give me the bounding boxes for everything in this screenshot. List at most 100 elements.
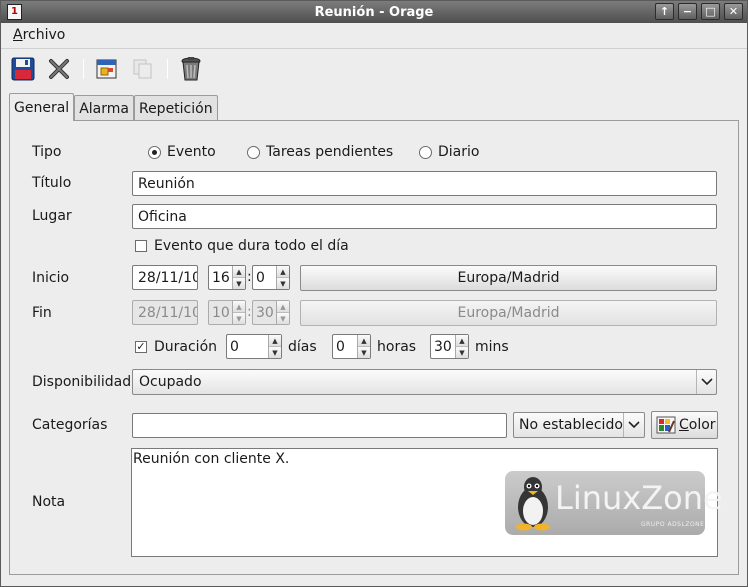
categorias-select-value: No establecido [519, 417, 623, 433]
spin-down-icon[interactable]: ▼ [233, 277, 245, 289]
maximize-button[interactable]: □ [701, 3, 720, 20]
tab-bar: General Alarma Repetición [9, 93, 218, 121]
fin-timezone-button[interactable]: Europa/Madrid [300, 300, 717, 326]
tux-penguin-icon [516, 477, 550, 531]
time-colon: : [247, 269, 252, 285]
time-colon: : [247, 304, 252, 320]
toolbar-separator [167, 59, 168, 79]
mins-spinner[interactable]: 30 ▲ ▼ [430, 334, 469, 359]
spin-down-icon[interactable]: ▼ [269, 346, 281, 358]
tab-repeticion[interactable]: Repetición [133, 95, 218, 121]
inicio-label: Inicio [32, 270, 70, 286]
fin-label: Fin [32, 305, 52, 321]
orage-window: 1 Reunión - Orage ↑ − □ ✕ Archivo Genera… [0, 0, 748, 587]
calendar-app-icon[interactable]: 1 [7, 4, 22, 20]
fin-min-spinner[interactable]: 30 ▲ ▼ [252, 300, 290, 325]
inicio-min-value: 0 [256, 269, 265, 286]
spin-up-icon[interactable]: ▲ [233, 301, 245, 312]
mins-label: mins [475, 339, 509, 355]
spin-down-icon[interactable]: ▼ [456, 346, 468, 358]
title-bar[interactable]: 1 Reunión - Orage ↑ − □ ✕ [1, 1, 747, 23]
radio-diario-label: Diario [438, 144, 480, 160]
dias-value: 0 [230, 338, 239, 355]
radio-indicator [419, 145, 432, 159]
watermark-word: LinuxZone [555, 479, 723, 517]
toolbar [1, 51, 747, 87]
titulo-input[interactable]: Reunión [132, 171, 717, 196]
maximize-icon: □ [705, 5, 716, 18]
close-icon: ✕ [728, 5, 739, 18]
duplicate-button[interactable] [93, 55, 121, 83]
window-title: Reunión - Orage [314, 4, 434, 20]
tab-alarma[interactable]: Alarma [74, 95, 134, 121]
duracion-checkbox[interactable]: ✓ Duración [135, 339, 217, 355]
x-close-icon [49, 59, 69, 79]
color-label-rest: olor [688, 417, 716, 433]
horas-label: horas [377, 339, 417, 355]
categorias-select[interactable]: No establecido [513, 412, 645, 438]
spin-down-icon[interactable]: ▼ [233, 312, 245, 324]
arrow-up-icon: ↑ [659, 5, 670, 18]
radio-tareas-pendientes[interactable]: Tareas pendientes [247, 144, 393, 160]
palette-icon [656, 416, 676, 434]
radio-evento[interactable]: Evento [148, 144, 216, 160]
disponibilidad-label: Disponibilidad [32, 374, 132, 390]
tipo-label: Tipo [32, 144, 62, 160]
fin-min-value: 30 [256, 304, 274, 321]
inicio-date-input[interactable]: 28/11/10 [132, 265, 198, 290]
allday-label: Evento que dura todo el día [154, 238, 349, 254]
inicio-min-spinner[interactable]: 0 ▲ ▼ [252, 265, 290, 290]
trash-button[interactable] [177, 55, 205, 83]
color-mnemonic: C [679, 417, 689, 433]
categorias-input[interactable] [132, 413, 507, 438]
radio-indicator [148, 145, 161, 159]
color-button[interactable]: Color [651, 411, 718, 439]
close-window-button[interactable]: ✕ [724, 3, 743, 20]
fin-date-input[interactable]: 28/11/10 [132, 300, 198, 325]
disponibilidad-select[interactable]: Ocupado [132, 369, 717, 395]
spin-down-icon[interactable]: ▼ [277, 312, 289, 324]
radio-tareas-label: Tareas pendientes [266, 144, 394, 160]
menu-bar: Archivo [1, 23, 747, 49]
inicio-hour-spinner[interactable]: 16 ▲ ▼ [208, 265, 246, 290]
spin-down-icon[interactable]: ▼ [277, 277, 289, 289]
horas-spinner[interactable]: 0 ▲ ▼ [332, 334, 371, 359]
menu-archivo-label: rchivo [22, 27, 66, 43]
radio-indicator [247, 145, 260, 159]
fin-hour-spinner[interactable]: 10 ▲ ▼ [208, 300, 246, 325]
tab-general[interactable]: General [9, 93, 75, 121]
spin-up-icon[interactable]: ▲ [233, 266, 245, 277]
checkbox-box: ✓ [135, 340, 147, 353]
dias-spinner[interactable]: 0 ▲ ▼ [226, 334, 282, 359]
checkbox-box [135, 240, 147, 252]
minimize-button[interactable]: − [678, 3, 697, 20]
menu-archivo-mnemonic: A [13, 27, 23, 43]
categorias-label: Categorías [32, 417, 108, 433]
color-button-label: Color [679, 417, 716, 433]
inicio-timezone-button[interactable]: Europa/Madrid [300, 265, 717, 291]
delete-close-button[interactable] [45, 55, 73, 83]
lugar-label: Lugar [32, 208, 72, 224]
spin-up-icon[interactable]: ▲ [277, 266, 289, 277]
trash-can-icon [181, 57, 201, 81]
toolbar-separator [83, 59, 84, 79]
menu-archivo[interactable]: Archivo [13, 27, 65, 43]
save-button[interactable] [9, 55, 37, 83]
nota-label: Nota [32, 494, 66, 510]
disponibilidad-value: Ocupado [139, 374, 202, 390]
duracion-label: Duración [154, 339, 218, 355]
titulo-label: Título [32, 175, 72, 191]
spin-up-icon[interactable]: ▲ [277, 301, 289, 312]
allday-checkbox[interactable]: Evento que dura todo el día [135, 238, 349, 254]
watermark-sub: GRUPO ADSLZONE [641, 521, 705, 528]
radio-diario[interactable]: Diario [419, 144, 479, 160]
spin-down-icon[interactable]: ▼ [358, 346, 370, 358]
calendar-copy-icon [96, 59, 117, 79]
chevron-down-icon [696, 370, 716, 394]
spin-up-icon[interactable]: ▲ [269, 335, 281, 346]
spin-up-icon[interactable]: ▲ [358, 335, 370, 346]
lugar-input[interactable]: Oficina [132, 204, 717, 229]
copy-button[interactable] [129, 55, 157, 83]
spin-up-icon[interactable]: ▲ [456, 335, 468, 346]
keep-above-button[interactable]: ↑ [655, 3, 674, 20]
